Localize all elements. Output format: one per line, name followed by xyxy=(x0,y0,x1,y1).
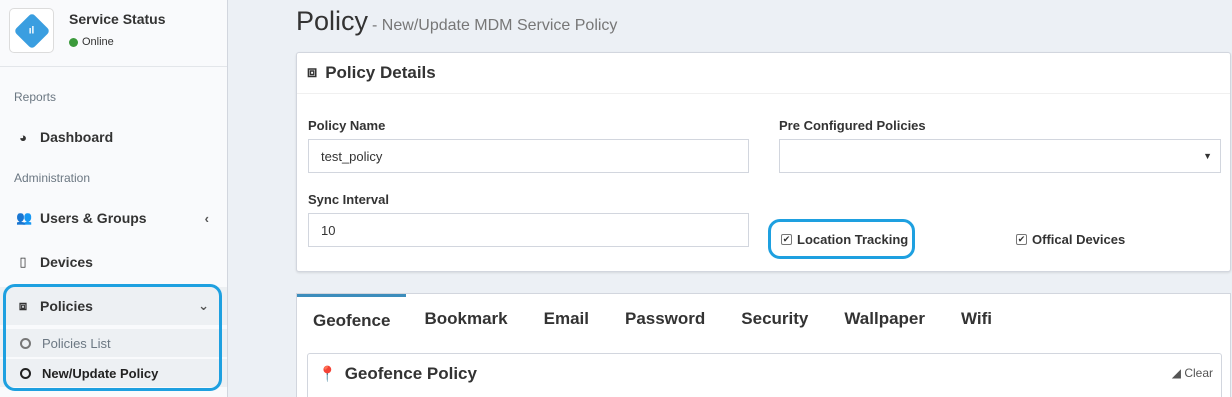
status-badge: Online xyxy=(69,36,114,48)
sidebar-item-devices[interactable]: ▯ Devices xyxy=(0,243,227,281)
clear-button-label: Clear xyxy=(1184,366,1213,380)
tab-wallpaper[interactable]: Wallpaper xyxy=(826,294,943,344)
sync-interval-input[interactable]: 10 xyxy=(308,213,749,247)
policy-name-label: Policy Name xyxy=(308,118,386,133)
policy-details-box: ⧈ Policy Details Policy Name test_policy… xyxy=(296,52,1231,272)
page-title: Policy - New/Update MDM Service Policy xyxy=(296,6,617,37)
policy-name-input[interactable]: test_policy xyxy=(308,139,749,173)
page-subtitle: - New/Update MDM Service Policy xyxy=(372,17,618,34)
map-marker-icon: 📍 xyxy=(318,366,337,383)
dashboard-icon: ◕ xyxy=(19,129,27,145)
offical-devices-checkbox[interactable]: ✔ Offical Devices xyxy=(1016,232,1125,247)
sidebar-item-label: Devices xyxy=(40,254,93,270)
preconfigured-policies-label: Pre Configured Policies xyxy=(779,118,926,133)
geofence-policy-header: 📍 Geofence Policy xyxy=(318,364,477,384)
tab-security[interactable]: Security xyxy=(723,294,826,344)
tab-geofence[interactable]: Geofence xyxy=(297,294,407,344)
policy-icon: ⧈ xyxy=(18,298,28,313)
sidebar-item-users-groups[interactable]: 👥 Users & Groups ‹ xyxy=(0,199,227,237)
tab-bar: Geofence Bookmark Email Password Securit… xyxy=(297,294,1010,344)
preconfigured-policies-select[interactable]: ▼ xyxy=(779,139,1221,173)
service-status-title: Service Status xyxy=(69,11,166,27)
sidebar-subitem-policies-list[interactable]: Policies List xyxy=(0,329,227,357)
geofence-policy-title: Geofence Policy xyxy=(344,364,477,383)
header-administration: Administration xyxy=(14,171,91,185)
sidebar: ıl Service Status Online Reports ◕ Dashb… xyxy=(0,0,228,397)
dropdown-arrow-icon: ▼ xyxy=(1203,151,1212,161)
checkbox-checked-icon: ✔ xyxy=(1016,234,1027,245)
policy-details-title: Policy Details xyxy=(325,63,436,82)
sidebar-item-policies[interactable]: ⧈ Policies ⌄ xyxy=(0,287,227,325)
sidebar-item-label: Policies xyxy=(40,298,93,314)
tab-bookmark[interactable]: Bookmark xyxy=(406,294,525,344)
mobile-icon: ▯ xyxy=(19,254,27,269)
geofence-policy-box: 📍 Geofence Policy ◢ Clear xyxy=(307,353,1222,397)
chevron-down-icon: ⌄ xyxy=(198,298,209,313)
sidebar-subitem-label: New/Update Policy xyxy=(42,365,159,381)
policy-icon: ⧈ xyxy=(307,64,318,81)
policy-details-header: ⧈ Policy Details xyxy=(297,53,1230,94)
policy-tabs-box: Geofence Bookmark Email Password Securit… xyxy=(296,293,1231,397)
circle-icon xyxy=(20,367,31,379)
sidebar-item-label: Dashboard xyxy=(40,129,114,145)
offical-devices-label: Offical Devices xyxy=(1032,232,1126,247)
tab-email[interactable]: Email xyxy=(526,294,607,344)
page-title-text: Policy xyxy=(296,6,369,36)
clear-button[interactable]: ◢ Clear xyxy=(1172,366,1213,380)
chevron-left-icon: ‹ xyxy=(204,210,209,226)
status-text: Online xyxy=(82,36,114,48)
service-status-panel: ıl Service Status Online xyxy=(0,0,227,67)
online-dot-icon xyxy=(69,37,78,47)
eraser-icon: ◢ xyxy=(1171,366,1181,380)
tab-wifi[interactable]: Wifi xyxy=(943,294,1010,344)
location-tracking-label: Location Tracking xyxy=(797,232,909,247)
users-icon: 👥 xyxy=(16,210,33,225)
app-logo: ıl xyxy=(9,8,54,53)
sync-interval-label: Sync Interval xyxy=(308,192,389,207)
sidebar-item-dashboard[interactable]: ◕ Dashboard xyxy=(0,118,227,156)
tab-password[interactable]: Password xyxy=(607,294,723,344)
sidebar-item-label: Users & Groups xyxy=(40,210,147,226)
header-reports: Reports xyxy=(14,90,57,104)
checkbox-checked-icon: ✔ xyxy=(781,234,792,245)
location-tracking-checkbox[interactable]: ✔ Location Tracking xyxy=(781,232,908,247)
sidebar-subitem-label: Policies List xyxy=(42,335,111,351)
sidebar-subitem-new-update-policy[interactable]: New/Update Policy xyxy=(0,359,227,387)
circle-icon xyxy=(20,337,31,349)
logo-icon: ıl xyxy=(28,25,35,36)
